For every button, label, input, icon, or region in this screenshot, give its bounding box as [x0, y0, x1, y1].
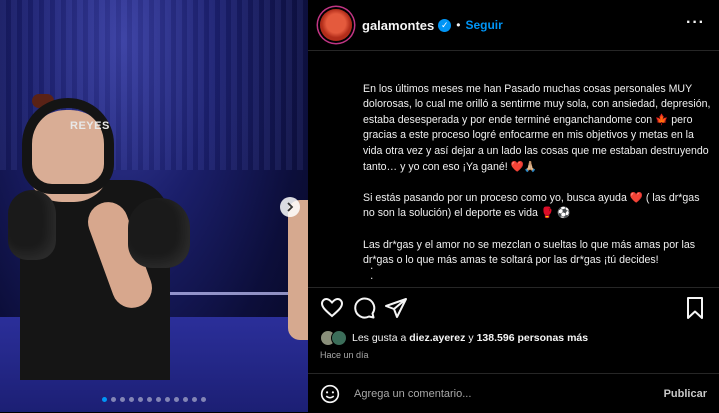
comment-icon[interactable] — [352, 296, 376, 320]
caption-trailing-dots: . . — [370, 259, 374, 282]
boxing-glove-right — [128, 198, 190, 268]
caption-paragraph: Las dr*gas y el amor no se mezclan o sue… — [363, 238, 696, 267]
post-media-carousel[interactable]: REYES — [0, 0, 308, 412]
chevron-right-icon — [287, 202, 294, 212]
carousel-dot — [147, 397, 152, 402]
post-timestamp[interactable]: Hace un día — [320, 350, 369, 360]
caption-dot: . — [370, 268, 374, 282]
carousel-dot — [192, 397, 197, 402]
post-actions-bar — [308, 287, 719, 328]
caption-paragraph: En los últimos meses me han Pasado mucha… — [363, 82, 711, 173]
separator-dot: • — [456, 18, 461, 32]
more-options-icon[interactable]: ··· — [686, 14, 705, 32]
carousel-dot — [174, 397, 179, 402]
avatar[interactable] — [320, 9, 352, 41]
carousel-dot — [111, 397, 116, 402]
instagram-post: REYES galamontes ✓ • Seguir ··· En los ú… — [0, 0, 719, 412]
verified-badge-icon: ✓ — [438, 18, 452, 32]
boxing-glove-left — [8, 190, 56, 260]
likes-conjunction: y — [468, 332, 474, 344]
carousel-indicator — [0, 397, 308, 402]
post-side-panel: galamontes ✓ • Seguir ··· En los últimos… — [308, 0, 719, 412]
heart-icon[interactable] — [320, 296, 344, 320]
post-header: galamontes ✓ • Seguir ··· — [308, 0, 719, 51]
liker-avatar — [331, 330, 347, 346]
carousel-dot — [129, 397, 134, 402]
carousel-dot — [201, 397, 206, 402]
post-caption: En los últimos meses me han Pasado mucha… — [363, 66, 711, 284]
caption-paragraph: Si estás pasando por un proceso como yo,… — [363, 191, 700, 220]
likes-summary: Les gusta a diez.ayerez y 138.596 person… — [320, 330, 588, 346]
carousel-next-button[interactable] — [280, 197, 300, 217]
carousel-dot — [183, 397, 188, 402]
carousel-dot — [120, 397, 125, 402]
publish-button[interactable]: Publicar — [664, 388, 707, 400]
carousel-dot — [138, 397, 143, 402]
comment-bar: Publicar — [308, 373, 719, 413]
emoji-smile-icon[interactable] — [320, 384, 340, 404]
carousel-dot — [156, 397, 161, 402]
bookmark-icon[interactable] — [683, 296, 707, 320]
boxing-headgear — [22, 98, 114, 194]
follow-button[interactable]: Seguir — [465, 18, 502, 32]
carousel-dot — [102, 397, 107, 402]
likes-prefix: Les gusta a — [352, 332, 407, 344]
headgear-brand-logo: REYES — [70, 120, 110, 132]
liker-username[interactable]: diez.ayerez — [409, 332, 465, 344]
username-link[interactable]: galamontes — [362, 18, 434, 33]
carousel-dot — [165, 397, 170, 402]
likes-count[interactable]: 138.596 personas más — [477, 332, 589, 344]
send-icon[interactable] — [384, 296, 408, 320]
opponent-figure — [288, 200, 308, 340]
comment-input[interactable] — [352, 386, 664, 401]
